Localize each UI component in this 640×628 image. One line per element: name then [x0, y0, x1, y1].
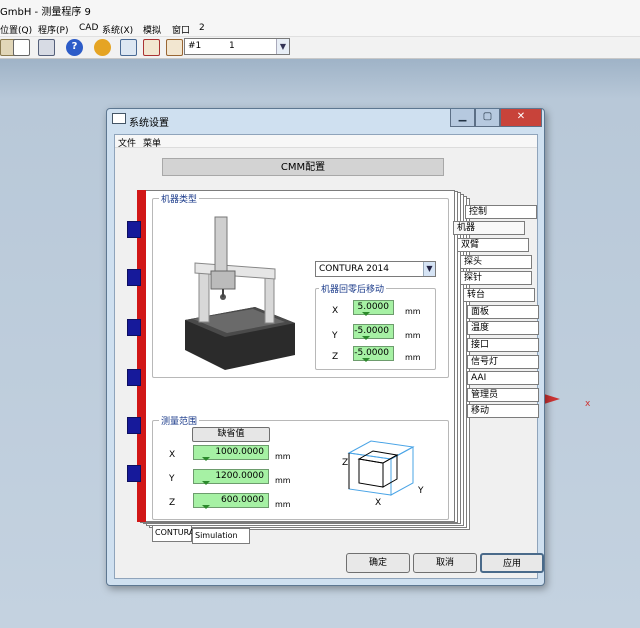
maximize-button[interactable]: ▢: [475, 109, 500, 127]
page-marker: [127, 369, 141, 386]
range-z-label: Z: [169, 498, 176, 508]
page-marker: [127, 221, 141, 238]
menu-position[interactable]: 位置(Q): [0, 23, 32, 36]
range-x-value: 1000.0000: [215, 447, 264, 457]
home-offset-z-field[interactable]: -5.0000: [353, 346, 394, 362]
stylus-select-index: 1: [229, 41, 235, 51]
menu-program[interactable]: 程序(P): [38, 23, 68, 36]
menu-simulation[interactable]: 模拟: [143, 23, 161, 36]
tab-signal-light[interactable]: 信号灯: [467, 355, 539, 369]
tab-rotary-table[interactable]: 转台: [463, 288, 535, 302]
page-marker: [127, 319, 141, 336]
gear-icon[interactable]: [94, 39, 111, 56]
diagram-y-label: Y: [418, 486, 424, 496]
range-y-label: Y: [169, 474, 175, 484]
range-x-label: X: [169, 450, 176, 460]
dialog-menu-menu[interactable]: 菜单: [143, 136, 161, 149]
close-button[interactable]: ✕: [500, 109, 542, 127]
tab-move[interactable]: 移动: [467, 404, 539, 418]
diagram-x-label: X: [375, 498, 382, 508]
dialog-icon: [112, 113, 126, 124]
tab-control[interactable]: 控制: [465, 205, 537, 219]
dialog-title: 系统设置: [129, 118, 169, 129]
chevron-down-icon[interactable]: ▼: [423, 262, 435, 276]
range-z-field[interactable]: 600.0000: [193, 493, 269, 509]
menu-extra[interactable]: 2: [199, 23, 205, 33]
tab-stylus[interactable]: 探针: [460, 271, 532, 285]
machine-model-value: CONTURA 2014: [319, 264, 389, 274]
page-marker: [127, 417, 141, 434]
tab-interface[interactable]: 接口: [467, 338, 539, 352]
tab-machine[interactable]: 机器: [453, 221, 525, 235]
home-offset-x-label: X: [332, 306, 339, 316]
tab-panel[interactable]: 面板: [467, 305, 539, 319]
minimize-button[interactable]: ▁: [450, 109, 475, 127]
range-z-value: 600.0000: [221, 495, 264, 505]
help-icon[interactable]: ?: [66, 39, 83, 56]
tab-probe-head[interactable]: 探头: [460, 255, 532, 269]
measure-range-title: 测量范围: [159, 414, 200, 427]
cmm-machine-image: [185, 216, 295, 370]
home-offset-y-label: Y: [332, 331, 338, 341]
machine-type-title: 机器类型: [159, 192, 200, 205]
stylus-select[interactable]: #1 1 ▼: [184, 38, 290, 55]
app-menu-bar: 位置(Q) 程序(P) CAD 系统(X) 模拟 窗口 2: [0, 21, 640, 37]
range-axis-diagram: [347, 440, 415, 496]
home-offset-y-field[interactable]: -5.0000: [353, 324, 394, 340]
window-icon[interactable]: [120, 39, 137, 56]
home-offset-y-unit: mm: [405, 331, 421, 340]
app-title-bar: GmbH - 测量程序 9: [0, 0, 640, 21]
dialog-menu-bar: 文件 菜单: [115, 135, 537, 149]
range-z-unit: mm: [275, 500, 291, 509]
home-offset-title: 机器回零后移动: [319, 282, 387, 295]
diagram-z-label: Z: [342, 458, 349, 468]
tab-administrator[interactable]: 管理员: [467, 388, 539, 402]
home-offset-y-value: -5.0000: [354, 326, 389, 336]
tab-contura[interactable]: CONTURA: [152, 526, 194, 542]
menu-window[interactable]: 窗口: [172, 23, 190, 36]
coordinate-marker-icon: [544, 394, 560, 404]
app-title: GmbH - 测量程序 9: [0, 7, 91, 18]
stylus-select-value: #1: [188, 41, 202, 51]
app-toolbar: ?: [0, 37, 640, 59]
tab-simulation[interactable]: Simulation: [192, 528, 250, 544]
cmm-config-header: CMM配置: [162, 158, 444, 176]
menu-system[interactable]: 系统(X): [102, 23, 133, 36]
range-x-unit: mm: [275, 452, 291, 461]
range-x-field[interactable]: 1000.0000: [193, 445, 269, 461]
dialog-menu-file[interactable]: 文件: [118, 136, 136, 149]
home-offset-z-value: -5.0000: [354, 348, 389, 358]
home-offset-z-unit: mm: [405, 353, 421, 362]
ok-button[interactable]: 确定: [346, 553, 410, 573]
page-marker: [127, 269, 141, 286]
range-y-value: 1200.0000: [215, 471, 264, 481]
print-icon[interactable]: [38, 39, 55, 56]
home-offset-x-value: 5.0000: [357, 302, 390, 312]
system-settings-dialog: 系统设置 ▁ ▢ ✕ 文件 菜单 CMM配置 机器类型 CONTURA 2014…: [106, 108, 545, 586]
home-offset-z-label: Z: [332, 352, 339, 362]
range-y-field[interactable]: 1200.0000: [193, 469, 269, 485]
machine-model-select[interactable]: CONTURA 2014 ▼: [315, 261, 436, 277]
defaults-button[interactable]: 缺省值: [192, 427, 270, 442]
menu-cad[interactable]: CAD: [79, 23, 98, 33]
chevron-down-icon[interactable]: ▼: [276, 39, 289, 54]
coordinate-marker-label: x: [585, 399, 591, 409]
dialog-client: 文件 菜单 CMM配置 机器类型 CONTURA 2014 ▼ 机器回零后移动 …: [114, 134, 544, 579]
page-marker: [127, 465, 141, 482]
stylus-icon[interactable]: [166, 39, 183, 56]
range-y-unit: mm: [275, 476, 291, 485]
apply-button[interactable]: 应用: [480, 553, 544, 573]
cancel-button[interactable]: 取消: [413, 553, 477, 573]
document-icon[interactable]: [13, 39, 30, 56]
tab-aai[interactable]: AAI: [467, 371, 539, 385]
tab-temperature[interactable]: 温度: [467, 321, 539, 335]
home-offset-x-unit: mm: [405, 307, 421, 316]
home-offset-x-field[interactable]: 5.0000: [353, 300, 394, 316]
tab-dual-arm[interactable]: 双臂: [457, 238, 529, 252]
probe-icon[interactable]: [143, 39, 160, 56]
